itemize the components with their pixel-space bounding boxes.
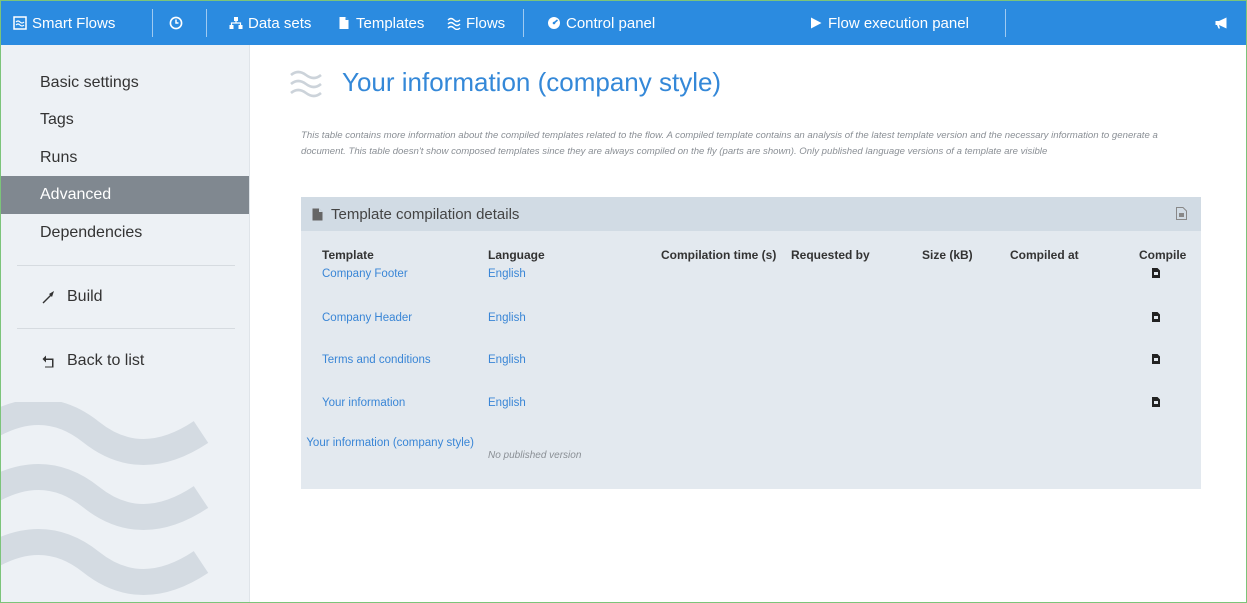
sidebar: Basic settings Tags Runs Advanced Depend… xyxy=(1,45,250,602)
language-link[interactable]: English xyxy=(488,312,526,324)
sidebar-build-button[interactable]: Build xyxy=(1,278,249,316)
nav-smart-flows-label: Smart Flows xyxy=(32,14,116,32)
nav-separator xyxy=(206,9,207,37)
sitemap-icon xyxy=(229,17,243,29)
nav-data-sets[interactable]: Data sets xyxy=(229,1,311,45)
sidebar-item-label: Runs xyxy=(40,149,78,166)
dashboard-gauge-icon xyxy=(548,17,560,29)
nav-history[interactable] xyxy=(169,1,183,45)
template-link[interactable]: Company Footer xyxy=(322,268,408,280)
compile-icon[interactable] xyxy=(1152,268,1160,278)
compile-all-icon[interactable] xyxy=(1176,207,1187,224)
nav-flow-execution-label: Flow execution panel xyxy=(828,14,969,32)
column-header-compilation-time: Compilation time (s) xyxy=(661,248,777,262)
smart-flows-logo-icon xyxy=(13,16,27,30)
sidebar-item-label: Basic settings xyxy=(40,74,139,91)
nav-templates[interactable]: Templates xyxy=(337,1,424,45)
flows-icon xyxy=(447,17,461,30)
nav-flows[interactable]: Flows xyxy=(447,1,505,45)
back-arrow-icon xyxy=(40,354,56,368)
nav-separator xyxy=(523,9,524,37)
compile-icon[interactable] xyxy=(1152,312,1160,322)
language-link[interactable]: English xyxy=(488,354,526,366)
file-icon xyxy=(339,17,349,29)
flows-title-icon xyxy=(290,70,322,98)
template-link[interactable]: Your information xyxy=(322,397,405,409)
sidebar-item-tags[interactable]: Tags xyxy=(1,101,249,139)
column-header-requested-by: Requested by xyxy=(791,248,870,262)
file-icon xyxy=(312,208,323,221)
sidebar-item-advanced[interactable]: Advanced xyxy=(1,176,249,214)
nav-separator xyxy=(152,9,153,37)
panel-title: Template compilation details xyxy=(331,205,520,223)
template-link[interactable]: Company Header xyxy=(322,312,412,324)
column-header-compile: Compile xyxy=(1139,248,1187,262)
column-header-compiled-at: Compiled at xyxy=(1010,248,1079,262)
template-link[interactable]: Your information (company style) xyxy=(304,434,474,452)
main-content: Your information (company style) This ta… xyxy=(249,45,1246,602)
no-published-version-note: No published version xyxy=(488,450,582,461)
top-navigation-bar: Smart Flows Data sets Templates Flows Co… xyxy=(1,1,1246,45)
nav-smart-flows[interactable]: Smart Flows xyxy=(13,1,115,45)
sidebar-back-to-list-button[interactable]: Back to list xyxy=(1,342,249,380)
sidebar-item-basic-settings[interactable]: Basic settings xyxy=(1,64,249,102)
sidebar-divider xyxy=(17,328,235,329)
compile-icon[interactable] xyxy=(1152,397,1160,407)
clock-icon xyxy=(169,16,183,30)
app-window: Smart Flows Data sets Templates Flows Co… xyxy=(0,0,1247,603)
description-text: This table contains more information abo… xyxy=(301,130,1158,157)
page-title: Your information (company style) xyxy=(342,67,722,97)
panel-header: Template compilation details xyxy=(301,197,1201,231)
column-header-size: Size (kB) xyxy=(922,248,973,262)
sidebar-item-runs[interactable]: Runs xyxy=(1,139,249,177)
nav-control-panel[interactable]: Control panel xyxy=(547,1,655,45)
column-header-template: Template xyxy=(322,248,374,262)
sidebar-item-label: Dependencies xyxy=(40,224,143,241)
bullhorn-icon xyxy=(1215,17,1227,29)
sidebar-item-label: Tags xyxy=(40,111,74,128)
nav-templates-label: Templates xyxy=(356,14,425,32)
nav-data-sets-label: Data sets xyxy=(248,14,312,32)
sidebar-build-label: Build xyxy=(67,288,103,305)
compilation-details-panel: Template compilation details Template La… xyxy=(301,197,1201,489)
nav-separator xyxy=(1005,9,1006,37)
language-link[interactable]: English xyxy=(488,397,526,409)
nav-control-panel-label: Control panel xyxy=(566,14,656,32)
sidebar-divider xyxy=(17,265,235,266)
nav-announcements[interactable] xyxy=(1214,1,1228,45)
play-icon xyxy=(811,17,822,29)
sidebar-back-label: Back to list xyxy=(67,352,145,369)
wrench-icon xyxy=(40,290,56,304)
nav-flows-label: Flows xyxy=(466,14,506,32)
template-link[interactable]: Terms and conditions xyxy=(322,354,431,366)
compile-icon[interactable] xyxy=(1152,354,1160,364)
nav-flow-execution-panel[interactable]: Flow execution panel xyxy=(809,1,969,45)
sidebar-item-label: Advanced xyxy=(40,186,112,203)
decorative-waves-icon xyxy=(1,402,209,595)
column-header-language: Language xyxy=(488,248,545,262)
language-link[interactable]: English xyxy=(488,268,526,280)
sidebar-item-dependencies[interactable]: Dependencies xyxy=(1,214,249,252)
